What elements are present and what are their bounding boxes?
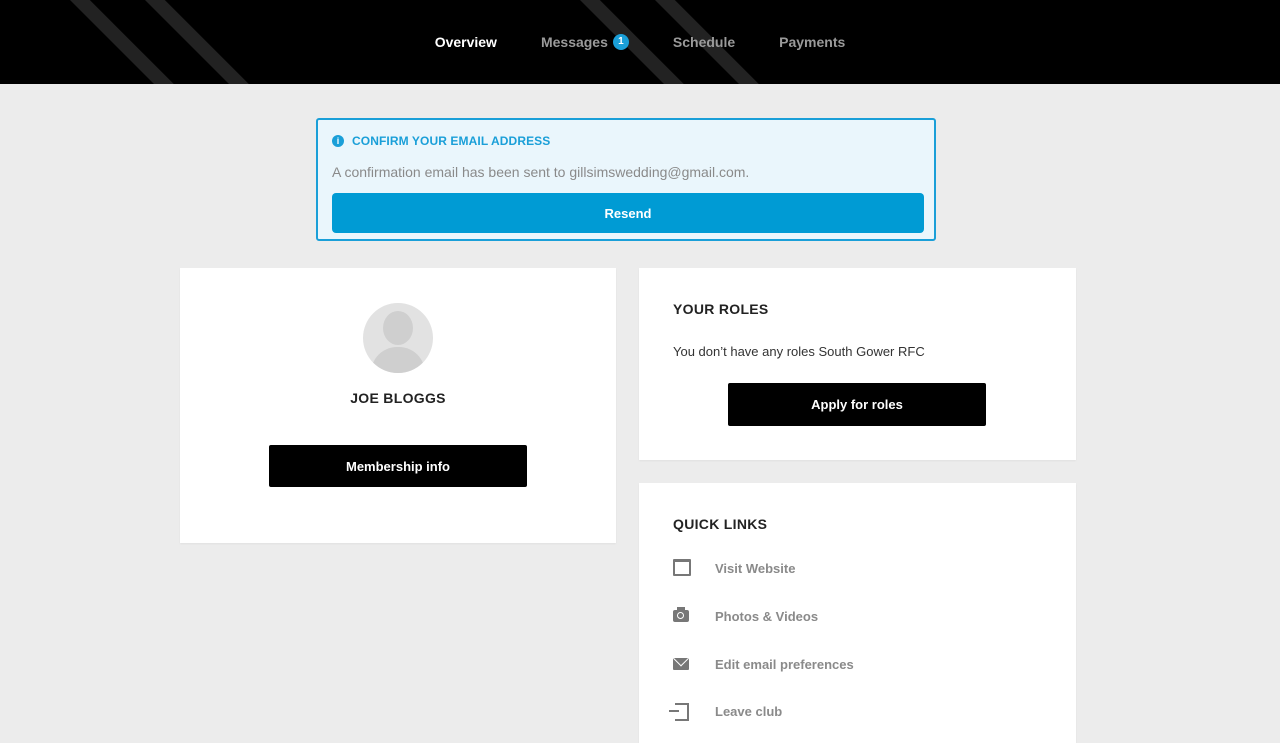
nav-tab-label: Overview	[434, 34, 497, 50]
main-nav: Overview Messages 1 Schedule Payments	[0, 0, 1280, 84]
profile-card: JOE BLOGGS Membership info	[180, 268, 616, 543]
avatar-head-icon	[383, 311, 413, 345]
camera-icon	[673, 607, 691, 625]
roles-card: YOUR ROLES You don’t have any roles Sout…	[639, 268, 1076, 460]
quick-link-leave-club[interactable]: Leave club	[669, 702, 783, 721]
roles-message: You don’t have any roles South Gower RFC	[673, 344, 925, 359]
info-icon: i	[332, 135, 344, 147]
nav-tab-overview[interactable]: Overview	[435, 34, 497, 50]
avatar	[363, 303, 433, 373]
quick-link-label: Leave club	[715, 703, 783, 719]
messages-count-badge: 1	[612, 34, 629, 50]
nav-tab-payments[interactable]: Payments	[779, 34, 845, 50]
nav-tab-messages[interactable]: Messages 1	[541, 34, 629, 50]
roles-heading: YOUR ROLES	[673, 301, 769, 317]
confirm-email-alert: i CONFIRM YOUR EMAIL ADDRESS A confirmat…	[316, 118, 936, 241]
resend-button[interactable]: Resend	[332, 193, 924, 233]
quick-link-label: Edit email preferences	[715, 656, 854, 672]
mail-icon	[673, 655, 691, 673]
alert-title: i CONFIRM YOUR EMAIL ADDRESS	[332, 134, 550, 148]
quick-link-label: Visit Website	[715, 560, 796, 576]
avatar-body-icon	[371, 347, 425, 373]
exit-icon	[669, 702, 691, 721]
quick-link-label: Photos & Videos	[715, 608, 819, 624]
quick-links-heading: QUICK LINKS	[673, 516, 768, 532]
top-nav-bar: Overview Messages 1 Schedule Payments	[0, 0, 1280, 84]
membership-info-button[interactable]: Membership info	[269, 445, 527, 487]
window-icon	[673, 559, 691, 577]
alert-message: A confirmation email has been sent to gi…	[332, 164, 750, 180]
quick-link-photos-videos[interactable]: Photos & Videos	[673, 607, 818, 625]
nav-tab-schedule[interactable]: Schedule	[673, 34, 735, 50]
alert-title-text: CONFIRM YOUR EMAIL ADDRESS	[352, 134, 551, 148]
nav-tab-label: Messages	[540, 34, 608, 50]
quick-links-card: QUICK LINKS Visit Website Photos & Video…	[639, 483, 1076, 743]
quick-link-visit-website[interactable]: Visit Website	[673, 559, 795, 577]
profile-name: JOE BLOGGS	[350, 390, 446, 406]
quick-link-email-preferences[interactable]: Edit email preferences	[673, 655, 854, 673]
nav-tab-label: Payments	[779, 34, 846, 50]
apply-for-roles-button[interactable]: Apply for roles	[728, 383, 986, 426]
nav-tab-label: Schedule	[672, 34, 736, 50]
